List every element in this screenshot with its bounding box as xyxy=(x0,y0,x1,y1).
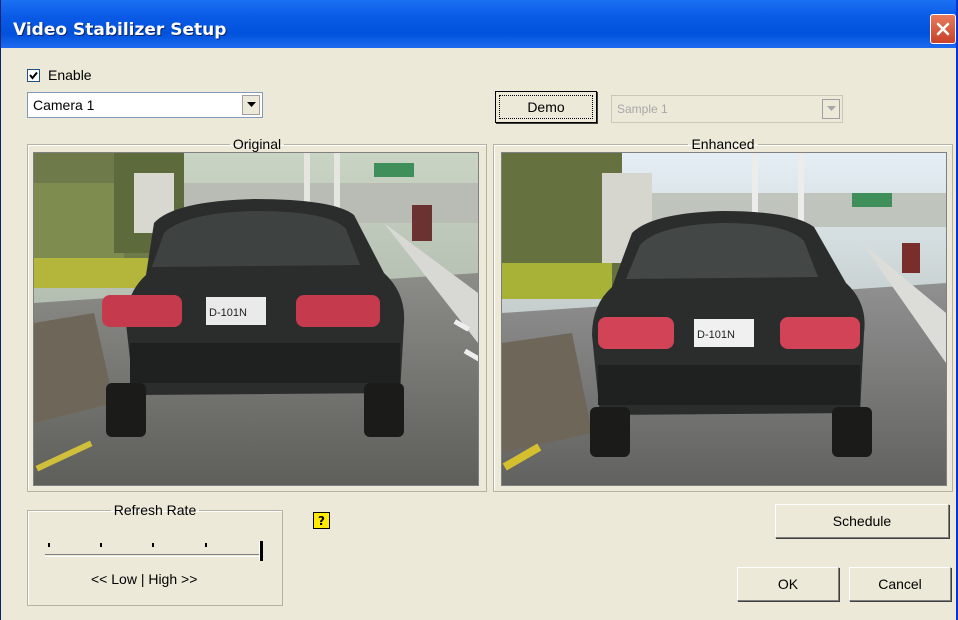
sample-select[interactable]: Sample 1 xyxy=(611,95,843,123)
help-icon[interactable]: ? xyxy=(313,512,330,529)
enable-label: Enable xyxy=(48,67,92,83)
original-label: Original xyxy=(232,136,282,152)
refresh-rate-title: Refresh Rate xyxy=(113,502,197,518)
cancel-button[interactable]: Cancel xyxy=(849,567,951,601)
license-plate-text: D-101N xyxy=(209,307,247,319)
refresh-rate-slider-thumb[interactable] xyxy=(259,541,263,561)
close-button[interactable] xyxy=(930,14,956,44)
schedule-button-label: Schedule xyxy=(832,513,892,529)
checkbox-box[interactable] xyxy=(27,68,40,82)
camera-select-dropdown-button[interactable] xyxy=(242,95,260,115)
video-stabilizer-dialog: Video Stabilizer Setup Enable Camera 1 D… xyxy=(0,0,958,620)
enhanced-label: Enhanced xyxy=(691,136,755,152)
chevron-down-icon xyxy=(246,102,256,107)
camera-select[interactable]: Camera 1 xyxy=(27,92,263,118)
sample-select-value: Sample 1 xyxy=(617,102,668,116)
slider-tick xyxy=(152,543,154,547)
window-title: Video Stabilizer Setup xyxy=(13,20,227,40)
sample-select-dropdown-button[interactable] xyxy=(822,99,840,119)
enable-checkbox[interactable]: Enable xyxy=(27,67,92,83)
ok-button[interactable]: OK xyxy=(737,567,839,601)
chevron-down-icon xyxy=(826,106,836,111)
ok-button-label: OK xyxy=(777,576,799,592)
help-glyph: ? xyxy=(318,513,325,528)
checkmark-icon xyxy=(29,71,38,80)
refresh-rate-scale-label: << Low | High >> xyxy=(91,571,198,587)
enhanced-video-frame: D-101N xyxy=(501,152,947,486)
refresh-rate-slider-track[interactable] xyxy=(45,554,259,557)
license-plate-text: D-101N xyxy=(697,329,735,341)
schedule-button[interactable]: Schedule xyxy=(775,504,949,538)
original-video-frame: D-101N xyxy=(33,152,479,486)
demo-button-label: Demo xyxy=(527,99,565,115)
slider-tick xyxy=(100,543,102,547)
close-icon xyxy=(936,22,950,36)
slider-tick xyxy=(205,543,207,547)
demo-button[interactable]: Demo xyxy=(495,91,597,123)
camera-select-value: Camera 1 xyxy=(33,97,95,113)
slider-tick xyxy=(48,543,50,547)
title-bar[interactable]: Video Stabilizer Setup xyxy=(1,0,956,48)
cancel-button-label: Cancel xyxy=(878,576,922,592)
